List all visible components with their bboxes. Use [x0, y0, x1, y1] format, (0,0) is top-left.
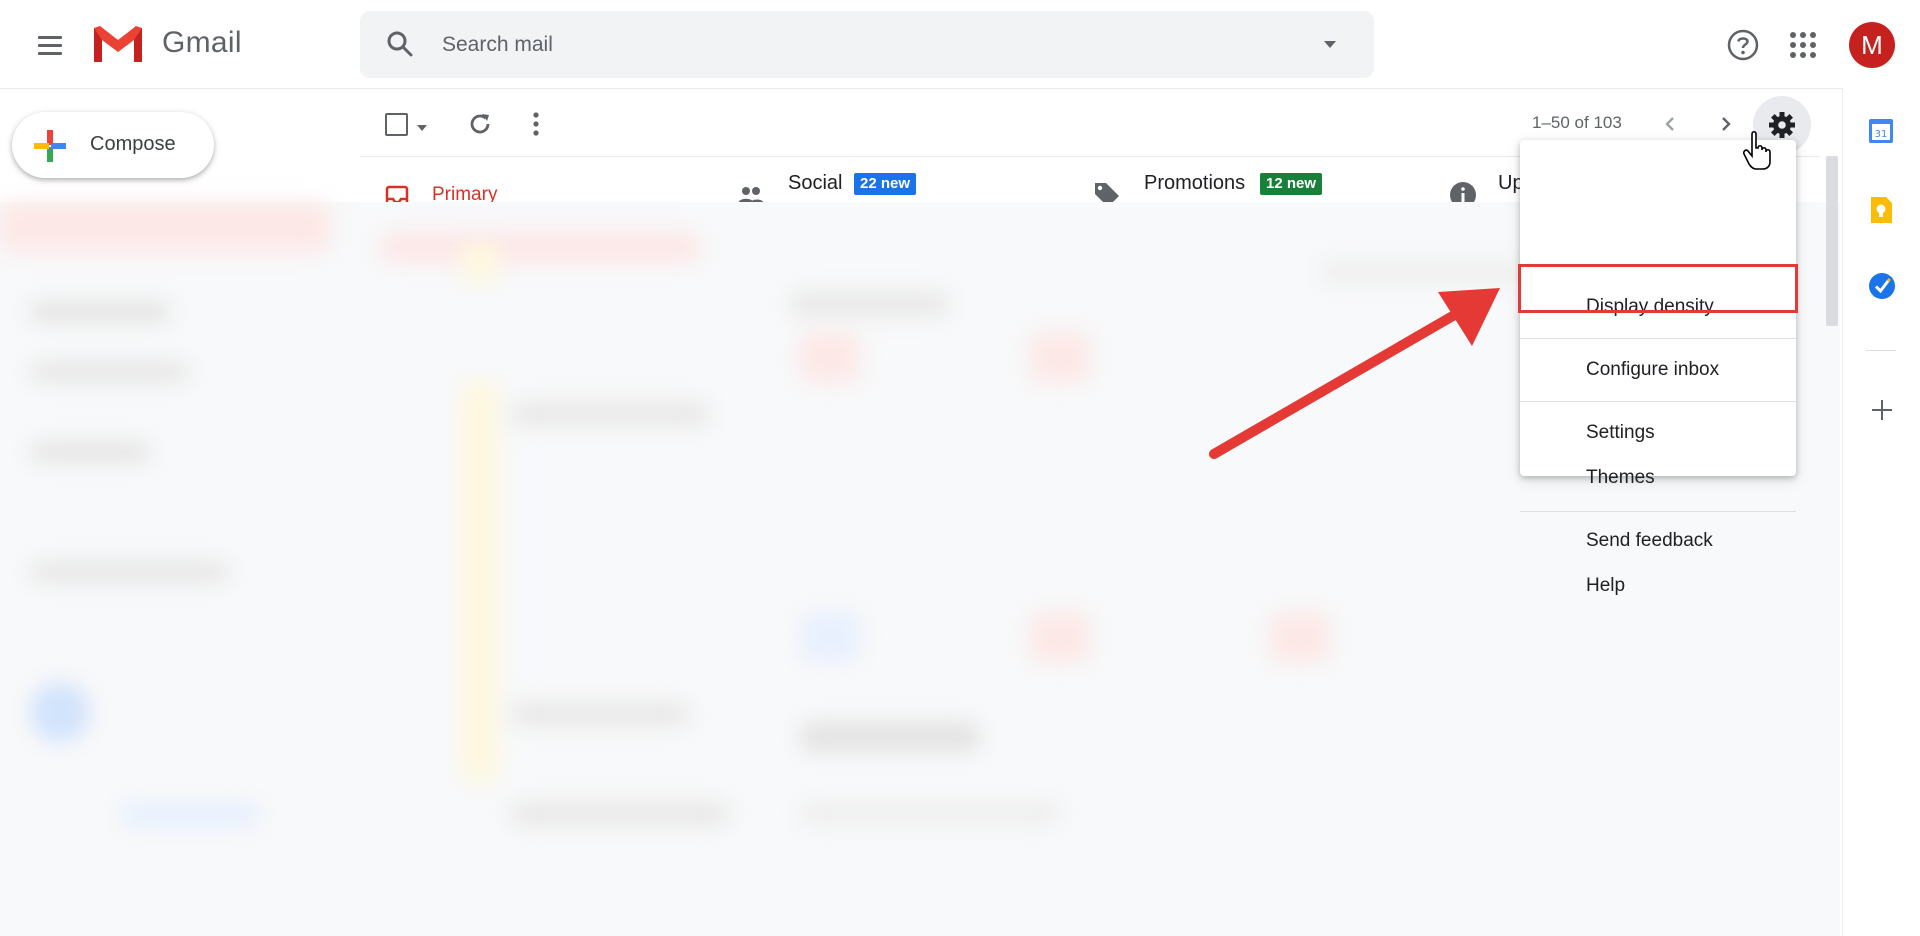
add-addons-icon[interactable]	[1870, 398, 1894, 422]
help-icon[interactable]	[1726, 28, 1760, 62]
menu-item-settings[interactable]: Settings	[1520, 413, 1796, 453]
settings-highlight-box	[1518, 264, 1798, 313]
menu-divider	[1520, 338, 1796, 339]
select-caret-icon[interactable]	[417, 119, 427, 131]
menu-item-themes[interactable]: Themes	[1520, 458, 1796, 498]
account-avatar[interactable]: M	[1849, 22, 1895, 68]
compose-plus-icon[interactable]	[32, 128, 68, 164]
tasks-icon[interactable]	[1868, 272, 1896, 300]
social-new-badge: 22 new	[854, 173, 917, 195]
refresh-icon[interactable]	[464, 108, 496, 140]
menu-item-help[interactable]: Help	[1520, 566, 1796, 606]
chevron-left-icon[interactable]	[1660, 110, 1680, 138]
main-menu-icon[interactable]	[30, 26, 70, 66]
pagination-range: 1–50 of 103	[1532, 113, 1622, 132]
side-panel-divider	[1866, 350, 1896, 351]
tab-social[interactable]: Social	[788, 172, 842, 195]
keep-icon[interactable]	[1868, 196, 1894, 224]
promotions-new-badge: 12 new	[1260, 173, 1323, 195]
gmail-logo-icon[interactable]	[90, 22, 146, 66]
calendar-icon[interactable]: 31	[1868, 116, 1894, 144]
menu-divider	[1520, 401, 1796, 402]
calendar-date: 31	[1875, 129, 1888, 140]
more-options-icon[interactable]	[532, 110, 540, 138]
menu-divider	[1520, 511, 1796, 512]
menu-item-configure-inbox[interactable]: Configure inbox	[1520, 350, 1796, 390]
annotation-arrow-icon	[1200, 270, 1530, 470]
scrollbar[interactable]	[1826, 156, 1838, 326]
menu-item-send-feedback[interactable]: Send feedback	[1520, 521, 1796, 561]
select-all-checkbox[interactable]	[385, 113, 408, 136]
tab-promotions[interactable]: Promotions	[1144, 172, 1245, 195]
google-apps-icon[interactable]	[1788, 30, 1818, 60]
app-name: Gmail	[162, 26, 242, 59]
search-options-caret-icon[interactable]	[1320, 36, 1340, 52]
search-input[interactable]	[440, 26, 1304, 64]
compose-label[interactable]: Compose	[90, 133, 176, 156]
hand-pointer-cursor-icon	[1742, 130, 1772, 170]
search-icon[interactable]	[384, 28, 416, 60]
chevron-right-icon[interactable]	[1716, 110, 1736, 138]
